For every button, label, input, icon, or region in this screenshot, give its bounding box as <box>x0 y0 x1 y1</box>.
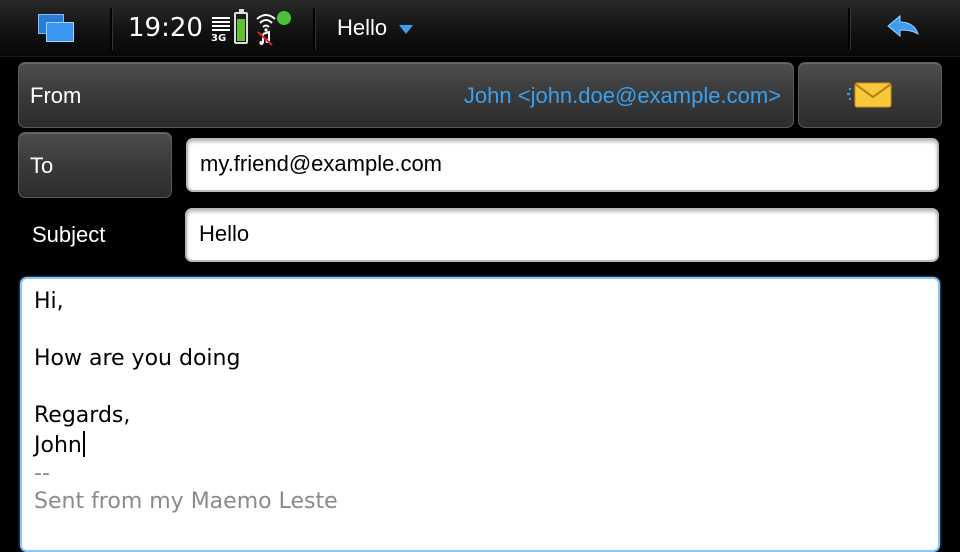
back-icon[interactable] <box>884 12 924 46</box>
to-field[interactable]: my.friend@example.com <box>186 138 939 192</box>
status-bar: 19:20 3G Hello <box>0 0 960 57</box>
menu-arrow-icon[interactable] <box>399 25 413 34</box>
window-title[interactable]: Hello <box>337 15 387 41</box>
to-label: To <box>30 153 54 178</box>
separator <box>313 8 316 50</box>
to-recipients-button[interactable]: To <box>18 132 172 198</box>
signal-icon <box>212 17 230 33</box>
subject-field[interactable]: Hello <box>185 208 939 262</box>
battery-icon <box>234 9 248 44</box>
body-line: Regards, <box>34 403 131 429</box>
clock: 19:20 <box>128 13 203 43</box>
music-muted-icon <box>257 30 273 46</box>
body-line <box>34 374 926 403</box>
presence-icon <box>277 11 291 25</box>
message-body-editor[interactable]: Hi, How are you doing Regards, John -- S… <box>20 277 940 552</box>
from-label: From <box>30 83 82 108</box>
network-type-label: 3G <box>211 33 227 44</box>
from-account-button[interactable]: From John <john.doe@example.com> <box>18 62 794 128</box>
text-caret <box>82 430 85 457</box>
signature-separator: -- <box>34 460 50 486</box>
signature-text: Sent from my Maemo Leste <box>34 489 338 515</box>
task-switcher-icon[interactable] <box>38 14 78 44</box>
body-line: John <box>34 432 82 458</box>
wifi-icon <box>256 14 276 46</box>
body-line-with-caret: John <box>34 430 926 460</box>
body-line: How are you doing <box>34 346 241 372</box>
separator <box>110 8 113 50</box>
separator <box>848 8 851 50</box>
envelope-send-icon <box>847 82 892 108</box>
body-line <box>34 317 926 346</box>
body-line: Hi, <box>34 289 64 314</box>
send-button[interactable] <box>798 62 942 128</box>
from-value: John <john.doe@example.com> <box>463 83 781 108</box>
subject-label: Subject <box>32 222 106 247</box>
